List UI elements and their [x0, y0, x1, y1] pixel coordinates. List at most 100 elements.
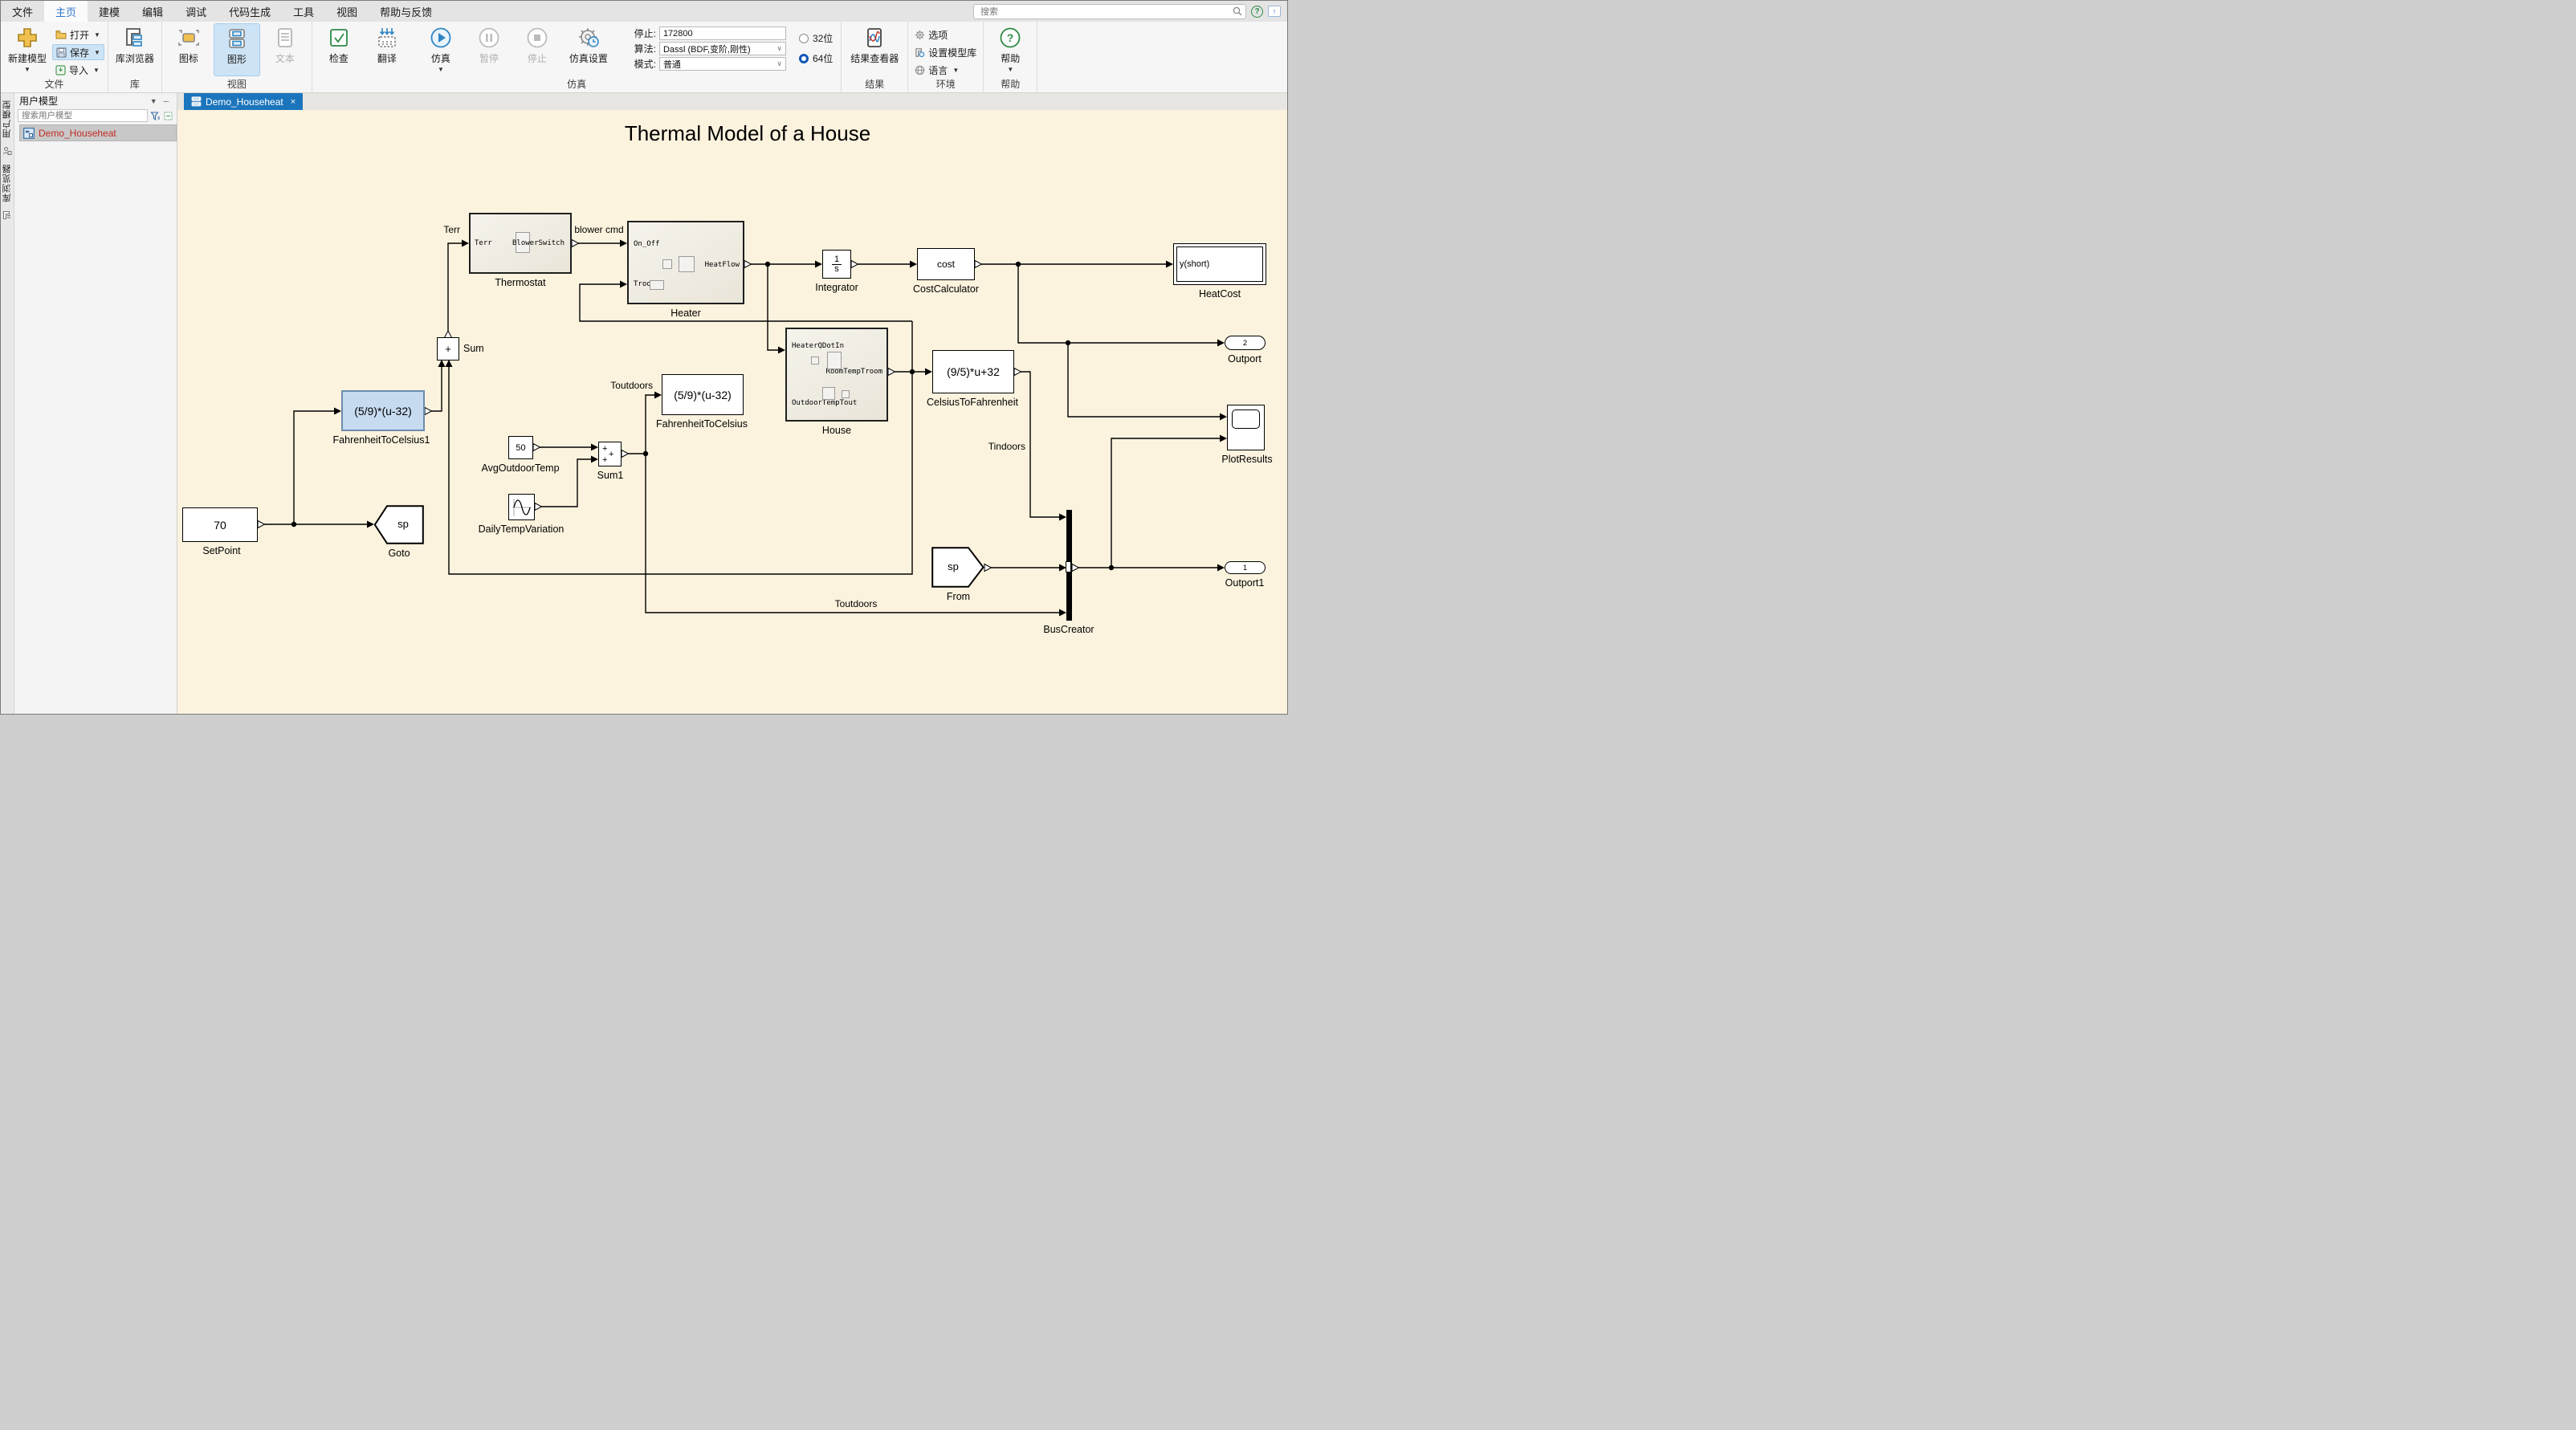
result-viewer-label: 结果查看器	[850, 51, 899, 65]
block-dailytempvariation[interactable]	[508, 494, 535, 520]
wire-label-blower-cmd: blower cmd	[555, 224, 643, 235]
filter-icon[interactable]	[150, 111, 161, 121]
menu-file[interactable]: 文件	[1, 1, 44, 22]
label-f2c[interactable]: FahrenheitToCelsius	[622, 418, 782, 430]
label-outport[interactable]: Outport	[1184, 353, 1287, 365]
text-view-button[interactable]: 文本	[262, 23, 308, 76]
icon-view-label: 图标	[179, 51, 198, 65]
collapse-all-icon[interactable]	[163, 111, 173, 121]
label-c2f[interactable]: CelsiusToFahrenheit	[892, 397, 1053, 408]
label-dailytempvariation[interactable]: DailyTempVariation	[452, 524, 590, 535]
options-button[interactable]: 选项	[911, 26, 980, 43]
menu-edit[interactable]: 编辑	[131, 1, 174, 22]
block-costcalculator[interactable]: cost	[917, 248, 975, 280]
panel-collapse-icon[interactable]: ─	[161, 97, 172, 105]
label-outport1[interactable]: Outport1	[1184, 577, 1287, 589]
label-goto[interactable]: Goto	[350, 548, 448, 559]
block-from[interactable]: sp	[931, 547, 984, 588]
mode-select[interactable]: 普通∨	[659, 57, 786, 71]
model-list-item[interactable]: Demo_Househeat	[19, 124, 177, 141]
block-integrator[interactable]: 1s	[822, 250, 851, 279]
block-house[interactable]: HeaterQDotIn RoomTempTroom OutdoorTempTo…	[785, 328, 888, 422]
menu-tools[interactable]: 工具	[282, 1, 325, 22]
block-avgoutdoortemp[interactable]: 50	[508, 436, 533, 459]
label-thermostat[interactable]: Thermostat	[445, 277, 596, 288]
block-f2c[interactable]: (5/9)*(u-32)	[662, 374, 744, 415]
menu-home[interactable]: 主页	[44, 1, 88, 22]
translate-button[interactable]: 翻译	[364, 23, 410, 76]
global-search-input[interactable]	[973, 4, 1246, 19]
pause-button[interactable]: 暂停	[466, 23, 512, 76]
block-setpoint[interactable]: 70	[182, 507, 258, 542]
label-heatcost[interactable]: HeatCost	[1149, 288, 1287, 299]
save-button[interactable]: 保存▼	[52, 44, 104, 60]
model-search-input[interactable]	[18, 109, 148, 122]
stop-button[interactable]: 停止	[514, 23, 560, 76]
block-heatcost[interactable]: y(short)	[1173, 243, 1266, 285]
tab-demo-househeat[interactable]: Demo_Househeat ×	[184, 93, 303, 110]
simulate-button[interactable]: 仿真 ▼	[418, 23, 464, 76]
block-thermostat[interactable]: Terr BlowerSwitch	[469, 213, 572, 274]
model-list: Demo_Househeat	[14, 124, 177, 714]
block-goto[interactable]: sp	[374, 505, 424, 544]
block-sum[interactable]: +	[437, 337, 459, 361]
sim-settings-button[interactable]: 仿真设置	[562, 23, 615, 76]
set-model-library-button[interactable]: 设置模型库	[911, 44, 980, 60]
label-sum1[interactable]: Sum1	[558, 470, 662, 481]
import-button[interactable]: 导入▼	[52, 62, 104, 78]
label-house[interactable]: House	[761, 425, 912, 436]
label-f2c1[interactable]: FahrenheitToCelsius1	[301, 434, 462, 446]
radio-64bit-label: 64位	[813, 51, 833, 65]
diagram-view-button[interactable]: 图形	[214, 23, 260, 76]
radio-32bit[interactable]: 32位	[799, 31, 833, 45]
label-costcalculator[interactable]: CostCalculator	[885, 283, 1007, 295]
block-f2c1[interactable]: (5/9)*(u-32)	[341, 390, 425, 431]
icon-view-button[interactable]: 图标	[165, 23, 212, 76]
label-buscreator[interactable]: BusCreator	[1009, 624, 1129, 635]
block-c2f[interactable]: (9/5)*u+32	[932, 350, 1014, 393]
ribbon: 新建模型 ▼ 打开▼ 保存▼ 导入▼	[1, 22, 1287, 93]
strip-tab-user-models[interactable]: 用户模型	[1, 100, 14, 138]
block-plotresults[interactable]	[1227, 405, 1265, 450]
menu-help-feedback[interactable]: 帮助与反馈	[369, 1, 443, 22]
label-plotresults[interactable]: PlotResults	[1187, 454, 1287, 465]
panel-menu-icon[interactable]: ▼	[147, 97, 161, 105]
panel-header: 用户模型 ▼ ─	[14, 93, 177, 108]
menubar-right: ? ↑	[973, 1, 1287, 22]
algorithm-select[interactable]: Dassl (BDF,变阶,刚性)∨	[659, 42, 786, 55]
label-integrator[interactable]: Integrator	[789, 282, 885, 293]
menu-modeling[interactable]: 建模	[88, 1, 131, 22]
sim-fields: 停止: 172800 算法: Dassl (BDF,变阶,刚性)∨ 模式: 普通…	[622, 23, 791, 71]
menu-codegen[interactable]: 代码生成	[218, 1, 282, 22]
label-sum[interactable]: Sum	[463, 343, 512, 354]
block-buscreator[interactable]	[1066, 510, 1072, 621]
result-viewer-button[interactable]: 结果查看器	[845, 23, 904, 76]
label-from[interactable]: From	[904, 591, 1013, 602]
menu-view[interactable]: 视图	[325, 1, 369, 22]
language-button[interactable]: 语言▼	[911, 62, 980, 78]
block-sum1[interactable]: + + +	[598, 442, 622, 466]
help-button[interactable]: ? 帮助 ▼	[987, 23, 1033, 76]
block-heater[interactable]: On_Off Troom HeatFlow	[627, 221, 744, 304]
label-setpoint[interactable]: SetPoint	[177, 545, 266, 556]
stop-time-input[interactable]: 172800	[659, 26, 786, 40]
globe-icon	[915, 65, 925, 75]
block-outport1[interactable]: 1	[1225, 561, 1266, 574]
menu-debug[interactable]: 调试	[174, 1, 218, 22]
new-model-button[interactable]: 新建模型 ▼	[4, 23, 51, 76]
collapse-ribbon-icon[interactable]: ↑	[1268, 6, 1281, 17]
main-area: 用户模型 库浏览器 用户模型 ▼ ─ Demo_Househeat	[1, 93, 1287, 714]
open-button[interactable]: 打开▼	[52, 26, 104, 43]
help-icon[interactable]: ?	[1251, 6, 1263, 18]
label-heater[interactable]: Heater	[603, 308, 768, 319]
strip-tab-library-browser[interactable]: 库浏览器	[1, 164, 14, 202]
block-outport[interactable]: 2	[1225, 336, 1266, 350]
library-browser-button[interactable]: 库浏览器	[112, 23, 158, 76]
f2c-text: (5/9)*(u-32)	[674, 389, 732, 401]
translate-label: 翻译	[377, 51, 397, 65]
check-button[interactable]: 检查	[316, 23, 362, 76]
radio-64bit[interactable]: 64位	[799, 51, 833, 65]
tab-close-icon[interactable]: ×	[291, 97, 296, 107]
user-model-icon	[2, 146, 12, 156]
diagram-canvas[interactable]: Thermal Model of a House	[177, 110, 1287, 714]
